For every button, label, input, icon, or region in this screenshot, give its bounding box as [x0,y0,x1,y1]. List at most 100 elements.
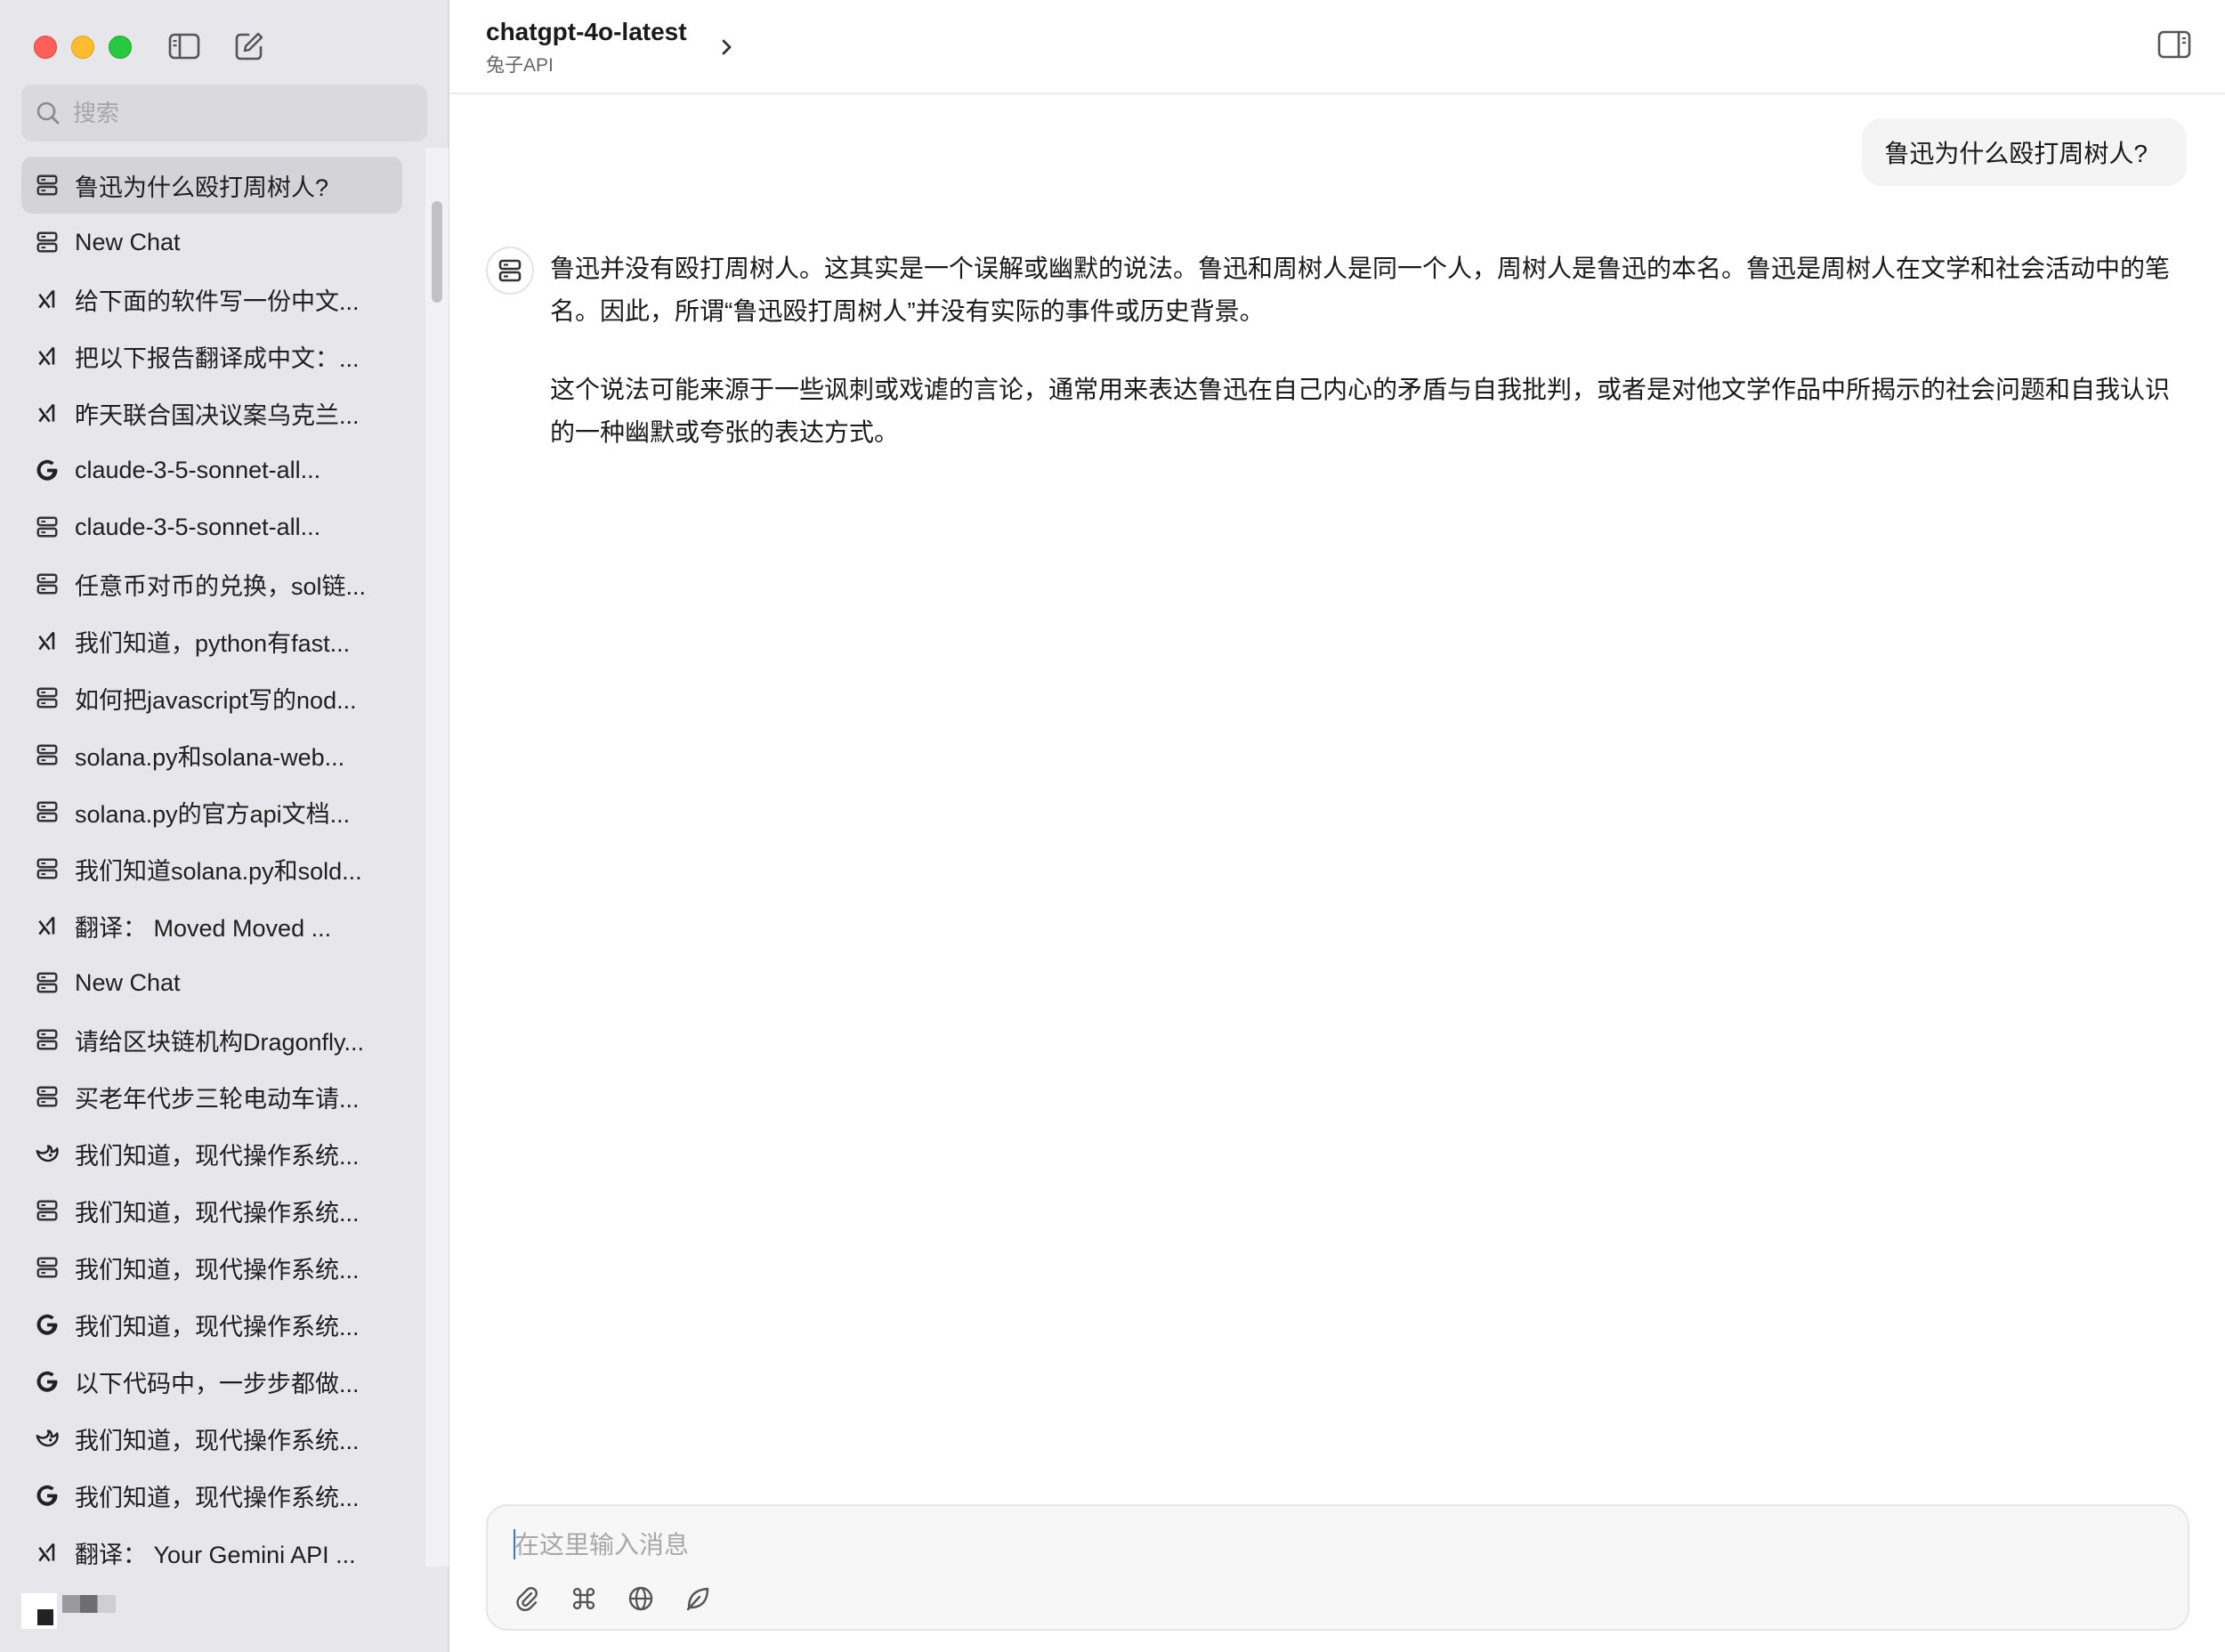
globe-icon [628,1586,653,1611]
chat-history-item-label: 任意币对币的兑换，sol链... [75,572,367,600]
server-icon [34,741,61,768]
server-icon [34,229,61,255]
search-box[interactable] [21,85,427,142]
assistant-paragraph: 这个说法可能来源于一些讽刺或戏谑的言论，通常用来表达鲁迅在自己内心的矛盾与自我批… [550,376,2171,446]
user-profile[interactable] [21,1593,116,1629]
chat-history-item[interactable]: New Chat [21,214,402,271]
server-icon [34,1026,61,1053]
chat-history-item-label: 昨天联合国决议案乌克兰... [75,401,360,429]
chat-history-item[interactable]: 我们知道，python有fast... [21,612,402,669]
assistant-avatar [486,247,534,295]
server-icon [34,172,61,198]
compose-icon [235,32,263,61]
chat-history-item[interactable]: solana.py的官方api文档... [21,783,402,840]
chat-history-item-label: 我们知道，现代操作系统... [75,1142,360,1170]
provider-name: 兔子API [486,55,554,76]
chat-history-item[interactable]: claude-3-5-sonnet-all... [21,441,402,498]
command-button[interactable] [570,1584,598,1613]
chat-history-item[interactable]: solana.py和solana-web... [21,726,402,783]
chat-history-item-label: claude-3-5-sonnet-all... [75,456,321,483]
search-input[interactable] [71,98,413,128]
assistant-message: 鲁迅并没有殴打周树人。这其实是一个误解或幽默的说法。鲁迅和周树人是同一个人，周树… [550,247,2192,490]
server-icon [498,259,522,282]
search-icon [36,101,60,125]
server-icon [34,514,61,540]
xai-icon [34,628,61,654]
chat-history-item-label: 把以下报告翻译成中文：... [75,344,360,372]
sidebar-icon [168,33,200,60]
text-caret [514,1529,515,1559]
server-icon [34,855,61,882]
message-composer [486,1504,2189,1631]
chat-history-item[interactable]: 我们知道solana.py和sold... [21,840,402,897]
chat-header: chatgpt-4o-latest 兔子API [449,0,2225,94]
chat-history-item-label: claude-3-5-sonnet-all... [75,513,321,540]
chat-history-item[interactable]: 我们知道，现代操作系统... [21,1410,402,1467]
new-chat-button[interactable] [231,30,267,62]
chat-history-item[interactable]: 我们知道，现代操作系统... [21,1182,402,1239]
window-controls [34,36,132,59]
chat-history-item[interactable]: 任意币对币的兑换，sol链... [21,555,402,612]
chat-history-item[interactable]: 给下面的软件写一份中文... [21,271,402,328]
chat-history-item-label: solana.py和solana-web... [75,743,345,771]
chat-history-item[interactable]: 鲁迅为什么殴打周树人? [21,157,402,214]
google-icon [34,1311,61,1338]
sidebar-scrollbar-thumb[interactable] [432,201,442,303]
minimize-window-button[interactable] [71,36,94,59]
chat-history-item[interactable]: 以下代码中，一步步都做... [21,1353,402,1410]
chat-history-item[interactable]: claude-3-5-sonnet-all... [21,498,402,555]
chat-history-item-label: 翻译： Your Gemini API ... [75,1541,356,1568]
chat-history-item-label: 我们知道，现代操作系统... [75,1427,360,1454]
chat-history-item[interactable]: 昨天联合国决议案乌克兰... [21,385,402,441]
chat-history-item-label: 以下代码中，一步步都做... [75,1370,360,1397]
xai-icon [34,400,61,426]
chat-history-item-label: 我们知道，现代操作系统... [75,1313,360,1340]
chat-history-item[interactable]: 我们知道，现代操作系统... [21,1125,402,1182]
command-icon [572,1587,595,1610]
chat-history-item[interactable]: 如何把javascript写的nod... [21,669,402,726]
chat-history-item-label: 我们知道，python有fast... [75,629,351,657]
zoom-window-button[interactable] [109,36,132,59]
chat-history-item[interactable]: 我们知道，现代操作系统... [21,1296,402,1353]
chat-history-item[interactable]: 我们知道，现代操作系统... [21,1467,402,1524]
assistant-paragraph: 鲁迅并没有殴打周树人。这其实是一个误解或幽默的说法。鲁迅和周树人是同一个人，周树… [550,255,2171,325]
attach-button[interactable] [513,1584,541,1613]
close-window-button[interactable] [34,36,57,59]
user-message-bubble: 鲁迅为什么殴打周树人? [1862,118,2187,186]
chat-history-item[interactable]: 翻译： Moved Moved ... [21,897,402,954]
chat-history-item-label: New Chat [75,968,181,996]
toggle-sidebar-button[interactable] [166,30,202,62]
chat-history-item-label: 我们知道，现代操作系统... [75,1199,360,1227]
model-name[interactable]: chatgpt-4o-latest [486,18,687,46]
chat-history-item-label: New Chat [75,228,181,255]
chat-history-item[interactable]: 请给区块链机构Dragonfly... [21,1011,402,1068]
server-icon [34,969,61,996]
paperclip-icon [516,1587,538,1612]
chat-history-item[interactable]: New Chat [21,954,402,1011]
chat-main: chatgpt-4o-latest 兔子API 鲁迅为什么殴打周树人? 鲁迅并没… [449,0,2225,1652]
chat-history-item-label: solana.py的官方api文档... [75,800,351,828]
toggle-right-panel-icon[interactable] [2157,30,2191,59]
composer-toolbar [513,1584,712,1613]
server-icon [34,1083,61,1110]
user-message-text: 鲁迅为什么殴打周树人? [1884,140,2148,167]
chat-history-item-label: 如何把javascript写的nod... [75,686,357,714]
deepseek-icon [34,1425,61,1452]
chat-history-item[interactable]: 我们知道，现代操作系统... [21,1239,402,1296]
chat-history-item-label: 给下面的软件写一份中文... [75,287,360,315]
chat-history-item[interactable]: 买老年代步三轮电动车请... [21,1068,402,1125]
deepseek-icon [34,1140,61,1167]
avatar [21,1593,57,1629]
chat-history-item[interactable]: 把以下报告翻译成中文：... [21,328,402,385]
sidebar-scrollbar-track[interactable] [425,148,449,1567]
google-icon [34,1368,61,1395]
chevron-right-icon[interactable] [718,32,736,62]
chat-history-list: 鲁迅为什么殴打周树人? New Chat 给下面的软件写一份中文... 把以下报告翻译… [21,157,402,1581]
chat-history-item[interactable]: 翻译： Your Gemini API ... [21,1524,402,1581]
eco-mode-button[interactable] [684,1584,712,1613]
chat-history-item-label: 我们知道solana.py和sold... [75,857,362,885]
leaf-icon [686,1587,709,1611]
message-input[interactable] [513,1524,2154,1567]
server-icon [34,798,61,825]
web-search-button[interactable] [627,1584,655,1613]
